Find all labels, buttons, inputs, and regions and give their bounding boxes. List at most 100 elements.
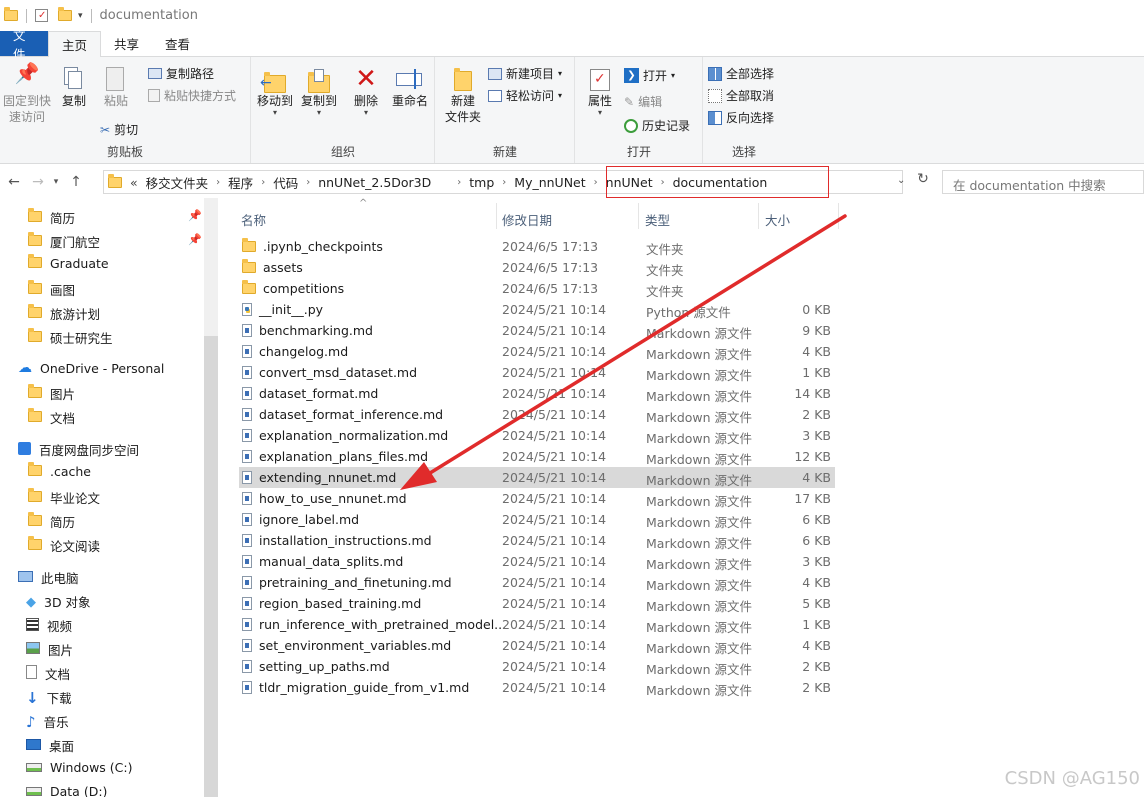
file-row[interactable]: pretraining_and_finetuning.md 2024/5/21 1…	[239, 572, 835, 593]
sidebar-scrollbar-thumb[interactable]	[204, 336, 218, 797]
sidebar-item[interactable]: 百度网盘同步空间	[18, 440, 139, 459]
recent-locations-icon[interactable]: ▾	[48, 177, 64, 187]
back-icon[interactable]: ←	[4, 174, 24, 190]
paste-shortcut-button[interactable]: 粘贴快捷方式	[148, 87, 236, 104]
breadcrumb-item[interactable]: 代码	[273, 173, 298, 192]
file-row[interactable]: tldr_migration_guide_from_v1.md 2024/5/21…	[239, 677, 835, 698]
select-group-label: 选择	[731, 145, 756, 159]
file-row[interactable]: .ipynb_checkpoints 2024/6/5 17:13 文件夹	[239, 236, 835, 257]
move-to-button[interactable]: ← 移动到 ▾	[254, 65, 296, 117]
new-folder-quick-icon[interactable]	[58, 7, 72, 21]
file-row[interactable]: dataset_format_inference.md 2024/5/21 10:…	[239, 404, 835, 425]
search-input[interactable]: 在 documentation 中搜索	[942, 170, 1144, 194]
file-row[interactable]: ignore_label.md 2024/5/21 10:14 Markdown 源…	[239, 509, 835, 530]
sidebar-item[interactable]: 桌面	[26, 736, 74, 755]
sidebar-item[interactable]: 硕士研究生	[28, 328, 113, 347]
breadcrumb-item[interactable]: tmp	[469, 175, 494, 190]
file-row[interactable]: how_to_use_nnunet.md 2024/5/21 10:14 Markd…	[239, 488, 835, 509]
tab-file[interactable]: 文件	[0, 28, 48, 62]
copy-path-button[interactable]: 复制路径	[148, 65, 214, 82]
column-type[interactable]: 类型	[645, 210, 670, 229]
sidebar-item-label: 音乐	[43, 715, 69, 730]
sidebar-item[interactable]: 旅游计划	[28, 304, 100, 323]
file-row[interactable]: set_environment_variables.md 2024/5/21 10…	[239, 635, 835, 656]
file-row[interactable]: assets 2024/6/5 17:13 文件夹	[239, 257, 835, 278]
properties-quick-icon[interactable]: ✓	[35, 9, 48, 22]
column-name[interactable]: 名称	[241, 210, 266, 229]
cut-button[interactable]: ✂ 剪切	[100, 121, 138, 138]
sidebar-item[interactable]: 毕业论文	[28, 488, 100, 507]
file-row[interactable]: changelog.md 2024/5/21 10:14 Markdown 源文件 4…	[239, 341, 835, 362]
new-item-button[interactable]: 新建项目 ▾	[488, 65, 562, 82]
sidebar-item[interactable]: 图片	[26, 640, 73, 659]
rename-button[interactable]: 重命名	[388, 65, 432, 109]
edit-button[interactable]: ✎ 编辑	[624, 93, 662, 110]
sidebar-item[interactable]: Graduate	[28, 254, 109, 271]
file-date: 2024/5/21 10:14	[502, 596, 607, 611]
sidebar-item[interactable]: 简历	[28, 208, 75, 227]
breadcrumb-item[interactable]: 程序	[228, 173, 253, 192]
new-folder-button[interactable]: 新建 文件夹	[440, 65, 486, 125]
file-row[interactable]: explanation_normalization.md 2024/5/21 10…	[239, 425, 835, 446]
invert-selection-button[interactable]: 反向选择	[708, 109, 774, 126]
sidebar-item[interactable]: 画图	[28, 280, 75, 299]
sidebar-item[interactable]: 文档	[26, 664, 70, 683]
sidebar-item[interactable]: 文档	[28, 408, 75, 427]
forward-icon[interactable]: →	[28, 174, 48, 190]
select-none-button[interactable]: 全部取消	[708, 87, 774, 104]
sidebar-item[interactable]: 视频	[26, 616, 72, 635]
file-row[interactable]: setting_up_paths.md 2024/5/21 10:14 Markdo…	[239, 656, 835, 677]
history-button[interactable]: 历史记录	[624, 117, 690, 134]
copy-button[interactable]: 复制	[56, 65, 92, 109]
sidebar-item[interactable]: 论文阅读	[28, 536, 100, 555]
sidebar-item[interactable]: ◆ 3D 对象	[26, 592, 91, 611]
open-button[interactable]: ❯ 打开 ▾	[624, 67, 675, 84]
tab-view[interactable]: 查看	[152, 31, 203, 56]
easy-access-button[interactable]: 轻松访问 ▾	[488, 87, 562, 104]
sidebar-item-label: Graduate	[50, 256, 109, 271]
pin-quick-access-button[interactable]: 📌 固定到快 速访问	[2, 63, 52, 125]
file-row[interactable]: __init__.py 2024/5/21 10:14 Python 源文件 0 KB	[239, 299, 835, 320]
sidebar-item[interactable]: ☁ OneDrive - Personal	[18, 360, 164, 376]
file-row[interactable]: convert_msd_dataset.md 2024/5/21 10:14 Mar…	[239, 362, 835, 383]
sidebar-item[interactable]: 此电脑	[18, 568, 79, 587]
breadcrumb-overflow[interactable]: «	[130, 175, 138, 190]
markdown-file-icon	[242, 450, 252, 463]
refresh-icon[interactable]: ↻	[912, 171, 934, 193]
sidebar-item-label: 3D 对象	[44, 595, 91, 610]
markdown-file-icon	[242, 597, 252, 610]
file-row[interactable]: competitions 2024/6/5 17:13 文件夹	[239, 278, 835, 299]
select-all-button[interactable]: 全部选择	[708, 65, 774, 82]
breadcrumb-item[interactable]: nnUNet_2.5Dor3D	[318, 175, 431, 190]
tab-home[interactable]: 主页	[48, 31, 102, 57]
file-row[interactable]: run_inference_with_pretrained_model... 20…	[239, 614, 835, 635]
file-row[interactable]: dataset_format.md 2024/5/21 10:14 Markdown…	[239, 383, 835, 404]
delete-button[interactable]: ✕ 删除 ▾	[348, 65, 384, 117]
column-size[interactable]: 大小	[765, 210, 790, 229]
customize-toolbar-icon[interactable]: ▾	[78, 11, 83, 21]
sidebar-item[interactable]: ↓ 下载	[26, 688, 72, 707]
file-row[interactable]: manual_data_splits.md 2024/5/21 10:14 Mark…	[239, 551, 835, 572]
sidebar-item[interactable]: 简历	[28, 512, 75, 531]
up-icon[interactable]: ↑	[66, 174, 86, 190]
file-row[interactable]: region_based_training.md 2024/5/21 10:14 M…	[239, 593, 835, 614]
file-row[interactable]: extending_nnunet.md 2024/5/21 10:14 Markdo…	[239, 467, 835, 488]
sidebar-item[interactable]: Windows (C:)	[26, 760, 132, 775]
breadcrumb-item[interactable]: My_nnUNet	[514, 175, 585, 190]
copy-to-button[interactable]: 复制到 ▾	[298, 65, 340, 117]
properties-button[interactable]: ✓ 属性 ▾	[582, 65, 618, 117]
folder-icon	[28, 280, 42, 297]
tab-share[interactable]: 共享	[101, 31, 152, 56]
sidebar-item[interactable]: 厦门航空	[28, 232, 100, 251]
column-date[interactable]: 修改日期	[502, 210, 552, 229]
file-row[interactable]: explanation_plans_files.md 2024/5/21 10:1…	[239, 446, 835, 467]
sidebar-item[interactable]: 图片	[28, 384, 75, 403]
sidebar-item[interactable]: ♪ 音乐	[26, 712, 69, 731]
sidebar-item[interactable]: .cache	[28, 462, 91, 479]
paste-button[interactable]: 粘贴	[96, 65, 136, 109]
address-dropdown-icon[interactable]: ⌄	[897, 175, 905, 186]
file-row[interactable]: installation_instructions.md 2024/5/21 10…	[239, 530, 835, 551]
breadcrumb-item[interactable]: 移交文件夹	[146, 173, 209, 192]
sidebar-item[interactable]: Data (D:)	[26, 784, 217, 797]
file-row[interactable]: benchmarking.md 2024/5/21 10:14 Markdown 源…	[239, 320, 835, 341]
